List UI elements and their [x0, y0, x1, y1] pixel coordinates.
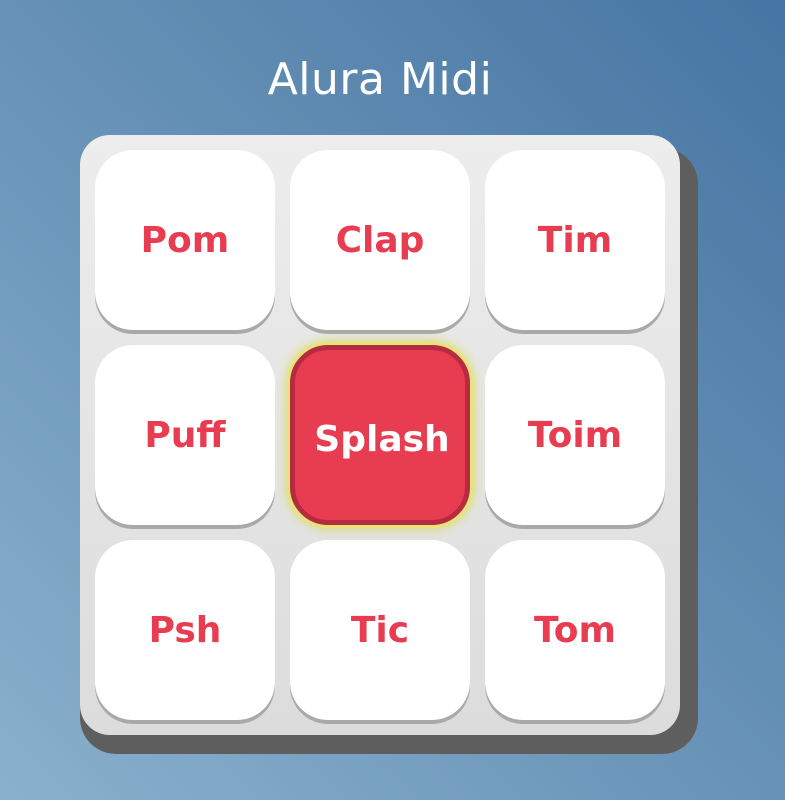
pad-puff-button[interactable]: Puff [95, 345, 275, 525]
pad-tom-button[interactable]: Tom [485, 540, 665, 720]
pad-clap-button[interactable]: Clap [290, 150, 470, 330]
pad-toim-button[interactable]: Toim [485, 345, 665, 525]
pad-splash-button[interactable]: Splash [290, 345, 470, 525]
pad-tim-button[interactable]: Tim [485, 150, 665, 330]
pad-psh-button[interactable]: Psh [95, 540, 275, 720]
page-title: Alura Midi [267, 54, 493, 105]
pad-tic-button[interactable]: Tic [290, 540, 470, 720]
pad-pom-button[interactable]: Pom [95, 150, 275, 330]
keypad: Pom Clap Tim Puff Splash Toim Psh Tic To… [80, 135, 680, 735]
